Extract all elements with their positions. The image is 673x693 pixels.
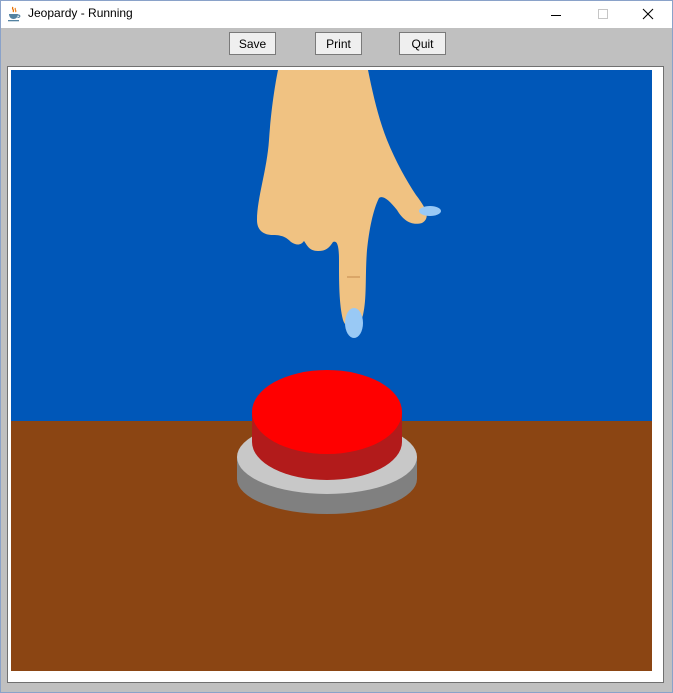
window-bottom-edge xyxy=(1,685,672,692)
close-icon xyxy=(642,8,654,20)
print-button[interactable]: Print xyxy=(315,32,362,55)
minimize-icon xyxy=(551,15,561,16)
thumb-nail xyxy=(419,206,441,216)
save-button[interactable]: Save xyxy=(229,32,276,55)
java-cup-icon xyxy=(6,6,22,22)
maximize-button[interactable] xyxy=(578,1,624,28)
app-window: Jeopardy - Running Save Print Quit xyxy=(0,0,673,693)
window-title: Jeopardy - Running xyxy=(28,6,133,20)
minimize-button[interactable] xyxy=(532,1,578,28)
buzzer-button[interactable] xyxy=(252,370,402,480)
title-bar[interactable]: Jeopardy - Running xyxy=(1,1,672,28)
close-button[interactable] xyxy=(625,1,671,28)
drawing-canvas xyxy=(11,70,652,671)
quit-button[interactable]: Quit xyxy=(399,32,446,55)
index-fingernail xyxy=(345,308,363,338)
toolbar: Save Print Quit xyxy=(1,28,672,65)
drawing-canvas-frame xyxy=(7,66,664,683)
maximize-icon xyxy=(598,9,608,19)
